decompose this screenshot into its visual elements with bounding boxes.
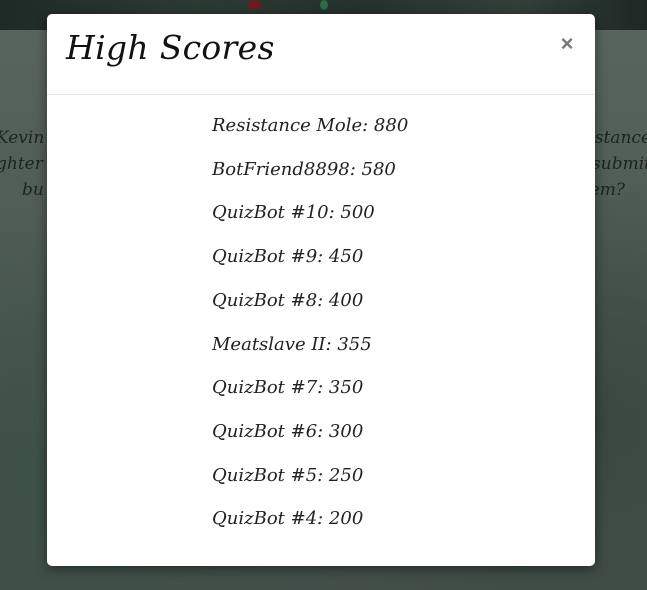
background-text-line: em? (589, 180, 625, 200)
background-text-right: stance submit em? (590, 125, 647, 203)
background-text-line: bu (22, 180, 44, 200)
score-list-item: QuizBot #4: 200 (212, 508, 364, 530)
score-list-item: QuizBot #10: 500 (212, 202, 375, 224)
score-list-item: Meatslave II: 355 (212, 333, 372, 355)
modal-header: High Scores × (47, 14, 595, 95)
background-text-line: Kevin (0, 128, 45, 148)
high-scores-modal: High Scores × Resistance Mole: 880 BotFri… (47, 14, 595, 566)
score-list-item: QuizBot #8: 400 (212, 289, 364, 311)
close-button[interactable]: × (557, 32, 577, 56)
score-list-item: QuizBot #5: 250 (212, 464, 364, 486)
background-text-left: Kevin ghter bu (0, 125, 44, 203)
score-list-item: QuizBot #7: 350 (212, 377, 364, 399)
background-text-line: stance (594, 128, 647, 148)
score-list-item: QuizBot #6: 300 (212, 420, 364, 442)
background-text-line: ghter (0, 154, 43, 174)
modal-title: High Scores (66, 28, 275, 67)
background-text-line: submit (592, 154, 647, 174)
background-light-icon (320, 0, 328, 10)
score-list-item: QuizBot #9: 450 (212, 246, 364, 268)
score-list-item: Resistance Mole: 880 (212, 115, 409, 136)
background-light-icon (248, 0, 262, 10)
score-list-item: BotFriend8898: 580 (212, 158, 396, 180)
